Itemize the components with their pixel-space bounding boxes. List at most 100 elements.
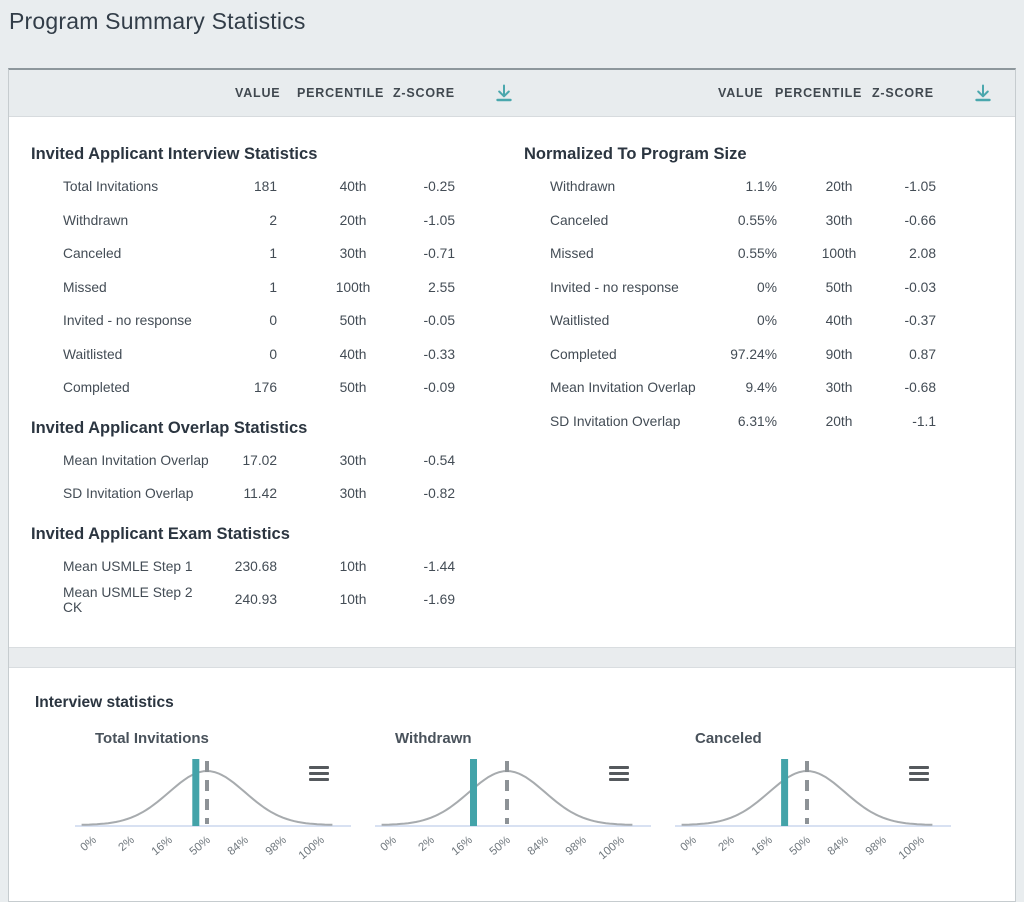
table-header-left: VALUE PERCENTILE Z-SCORE	[9, 70, 512, 116]
chart-title: Total Invitations	[95, 730, 363, 747]
row-label: SD Invitation Overlap	[513, 414, 709, 429]
table-row: Mean Invitation Overlap9.4%30th-0.68	[513, 371, 1016, 405]
row-value: 2	[209, 213, 285, 228]
row-percentile: 40th	[285, 347, 421, 362]
table-row: Invited - no response0%50th-0.03	[513, 271, 1016, 305]
menu-bar	[309, 778, 329, 782]
row-zscore: -0.03	[899, 280, 945, 295]
tick-label: 0%	[78, 834, 98, 854]
chart-menu-icon[interactable]	[609, 766, 629, 784]
tick-label: 98%	[564, 834, 589, 858]
row-zscore: 2.08	[899, 246, 945, 261]
section-title: Invited Applicant Exam Statistics	[9, 525, 513, 544]
row-value: 1	[209, 246, 285, 261]
row-label: Canceled	[513, 213, 709, 228]
tick-label: 100%	[897, 834, 927, 862]
table-row: Mean USMLE Step 2 CK240.9310th-1.69	[9, 583, 513, 617]
tick-label: 16%	[750, 834, 775, 858]
download-button[interactable]	[970, 80, 996, 106]
tick-label: 50%	[188, 834, 213, 858]
percentile-column-header: PERCENTILE	[297, 86, 384, 100]
distribution-curve	[382, 771, 633, 825]
tick-label: 0%	[678, 834, 698, 854]
section-title: Invited Applicant Interview Statistics	[9, 145, 513, 164]
row-value: 181	[209, 179, 285, 194]
row-value: 0	[209, 313, 285, 328]
page-title: Program Summary Statistics	[9, 8, 1024, 35]
menu-bar	[909, 772, 929, 776]
row-zscore: -0.71	[421, 246, 461, 261]
row-zscore: -0.66	[899, 213, 945, 228]
tick-label: 50%	[488, 834, 513, 858]
zscore-column-header: Z-SCORE	[872, 86, 934, 100]
row-percentile: 30th	[285, 246, 421, 261]
row-label: Completed	[513, 347, 709, 362]
row-zscore: -0.05	[421, 313, 461, 328]
row-zscore: -0.68	[899, 380, 945, 395]
table-row: Missed1100th2.55	[9, 271, 513, 305]
table-row: Canceled130th-0.71	[9, 237, 513, 271]
table-row: Waitlisted040th-0.33	[9, 338, 513, 372]
row-value: 1	[209, 280, 285, 295]
row-value: 176	[209, 380, 285, 395]
table-row: SD Invitation Overlap6.31%20th-1.1	[513, 405, 1016, 439]
row-label: Mean Invitation Overlap	[513, 380, 709, 395]
row-zscore: -1.05	[421, 213, 461, 228]
distribution-chart: Canceled0%2%16%50%84%98%100%	[663, 730, 963, 871]
row-value: 6.31%	[709, 414, 779, 429]
row-zscore: -1.69	[421, 592, 461, 607]
table-row: Withdrawn220th-1.05	[9, 204, 513, 238]
table-header-right: VALUE PERCENTILE Z-SCORE	[512, 70, 1015, 116]
row-percentile: 50th	[779, 280, 899, 295]
row-zscore: -0.09	[421, 380, 461, 395]
table-row: Waitlisted0%40th-0.37	[513, 304, 1016, 338]
menu-bar	[609, 772, 629, 776]
tick-label: 2%	[416, 834, 436, 854]
summary-card: VALUE PERCENTILE Z-SCORE VALUE PERCENTIL…	[8, 68, 1016, 902]
row-value: 240.93	[209, 592, 285, 607]
chart-title: Canceled	[695, 730, 963, 747]
tick-label: 50%	[788, 834, 813, 858]
row-percentile: 20th	[779, 414, 899, 429]
row-label: Invited - no response	[513, 280, 709, 295]
row-zscore: -0.82	[421, 486, 461, 501]
row-value: 1.1%	[709, 179, 779, 194]
row-value: 11.42	[209, 486, 285, 501]
row-value: 0.55%	[709, 246, 779, 261]
chart-menu-icon[interactable]	[309, 766, 329, 784]
row-percentile: 10th	[285, 559, 421, 574]
row-zscore: -1.05	[899, 179, 945, 194]
row-label: Waitlisted	[9, 347, 209, 362]
row-percentile: 10th	[285, 592, 421, 607]
tick-label: 84%	[226, 834, 251, 858]
row-label: SD Invitation Overlap	[9, 486, 209, 501]
charts-section-title: Interview statistics	[35, 694, 1015, 712]
row-percentile: 30th	[285, 453, 421, 468]
row-value: 17.02	[209, 453, 285, 468]
value-column-header: VALUE	[235, 86, 280, 100]
tick-label: 84%	[826, 834, 851, 858]
menu-bar	[909, 766, 929, 770]
row-percentile: 100th	[285, 280, 421, 295]
row-label: Total Invitations	[9, 179, 209, 194]
tick-label: 98%	[864, 834, 889, 858]
row-label: Withdrawn	[9, 213, 209, 228]
chart-menu-icon[interactable]	[909, 766, 929, 784]
row-zscore: -0.33	[421, 347, 461, 362]
row-label: Canceled	[9, 246, 209, 261]
distribution-curve	[682, 771, 933, 825]
charts-section: Interview statistics Total Invitations 0%…	[9, 668, 1015, 871]
row-value: 0.55%	[709, 213, 779, 228]
menu-bar	[609, 766, 629, 770]
table-row: Withdrawn1.1%20th-1.05	[513, 170, 1016, 204]
row-percentile: 20th	[285, 213, 421, 228]
tick-label: 16%	[450, 834, 475, 858]
row-percentile: 50th	[285, 313, 421, 328]
table-row: Canceled0.55%30th-0.66	[513, 204, 1016, 238]
table-row: Missed0.55%100th2.08	[513, 237, 1016, 271]
table-row: Total Invitations18140th-0.25	[9, 170, 513, 204]
row-label: Invited - no response	[9, 313, 209, 328]
tick-label: 100%	[597, 834, 627, 862]
row-value: 0%	[709, 313, 779, 328]
row-label: Missed	[513, 246, 709, 261]
